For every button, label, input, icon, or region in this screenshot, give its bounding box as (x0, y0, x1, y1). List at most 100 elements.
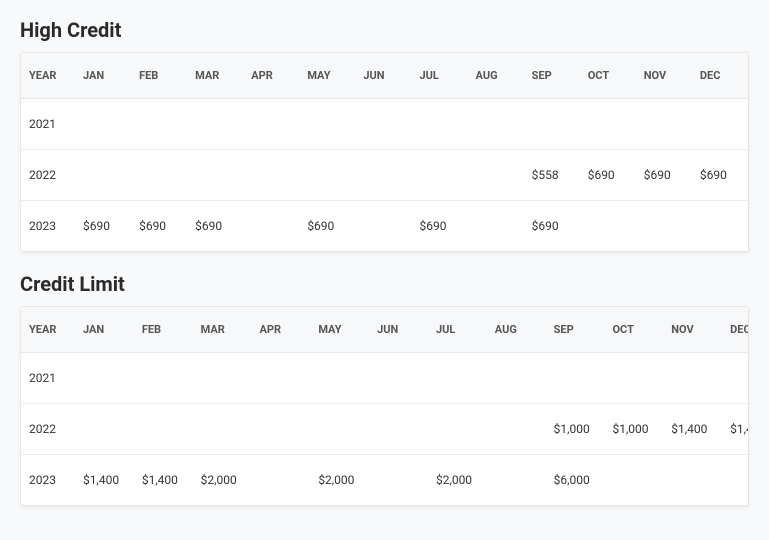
col-apr: APR (251, 307, 310, 353)
cell (692, 201, 748, 252)
cell (251, 404, 310, 455)
cell (75, 353, 134, 404)
col-year: YEAR (21, 307, 75, 353)
cell (663, 353, 722, 404)
cell (487, 353, 546, 404)
credit-limit-scroll[interactable]: YEAR JAN FEB MAR APR MAY JUN JUL AUG SEP… (21, 307, 748, 505)
col-jul: JUL (428, 307, 487, 353)
cell: $2,000 (310, 455, 369, 506)
cell (369, 455, 428, 506)
col-oct: OCT (580, 53, 636, 99)
cell (487, 404, 546, 455)
cell (369, 353, 428, 404)
cell (411, 99, 467, 150)
col-sep: SEP (524, 53, 580, 99)
cell: $2,000 (428, 455, 487, 506)
col-nov: NOV (636, 53, 692, 99)
cell: $690 (524, 201, 580, 252)
cell (636, 99, 692, 150)
col-year: YEAR (21, 53, 75, 99)
section-title-high-credit: High Credit (20, 18, 749, 42)
col-jun: JUN (355, 53, 411, 99)
cell (299, 150, 355, 201)
cell (468, 201, 524, 252)
table-row: 2022 $558 $690 $690 $690 (21, 150, 748, 201)
cell (310, 404, 369, 455)
cell (75, 150, 131, 201)
cell (524, 99, 580, 150)
table-row: 2023 $690 $690 $690 $690 $690 $690 (21, 201, 748, 252)
cell (580, 99, 636, 150)
cell: $690 (636, 150, 692, 201)
cell (75, 99, 131, 150)
high-credit-table: YEAR JAN FEB MAR APR MAY JUN JUL AUG SEP… (20, 52, 749, 252)
cell (187, 150, 243, 201)
cell: $690 (131, 201, 187, 252)
cell (636, 201, 692, 252)
cell (193, 404, 252, 455)
cell (722, 353, 748, 404)
col-may: MAY (310, 307, 369, 353)
table-row: 2021 (21, 99, 748, 150)
cell (428, 404, 487, 455)
cell: $1,400 (134, 455, 193, 506)
cell (193, 353, 252, 404)
cell (251, 455, 310, 506)
table-row: 2023 $1,400 $1,400 $2,000 $2,000 $2,000 … (21, 455, 748, 506)
cell (243, 99, 299, 150)
cell (187, 99, 243, 150)
cell (546, 353, 605, 404)
col-sep: SEP (546, 307, 605, 353)
cell (580, 201, 636, 252)
cell (355, 201, 411, 252)
cell (428, 353, 487, 404)
cell (134, 404, 193, 455)
year-cell: 2021 (21, 99, 75, 150)
cell: $690 (580, 150, 636, 201)
col-jul: JUL (411, 53, 467, 99)
cell (131, 150, 187, 201)
year-cell: 2022 (21, 150, 75, 201)
cell (468, 99, 524, 150)
header-row: YEAR JAN FEB MAR APR MAY JUN JUL AUG SEP… (21, 307, 748, 353)
col-may: MAY (299, 53, 355, 99)
cell (722, 455, 748, 506)
year-cell: 2023 (21, 201, 75, 252)
col-jan: JAN (75, 307, 134, 353)
cell (604, 455, 663, 506)
col-feb: FEB (131, 53, 187, 99)
cell (251, 353, 310, 404)
cell (355, 150, 411, 201)
cell (243, 150, 299, 201)
section-title-credit-limit: Credit Limit (20, 272, 749, 296)
col-apr: APR (243, 53, 299, 99)
col-dec: DEC (722, 307, 748, 353)
year-cell: 2021 (21, 353, 75, 404)
year-cell: 2022 (21, 404, 75, 455)
cell (243, 201, 299, 252)
cell (604, 353, 663, 404)
cell: $690 (411, 201, 467, 252)
cell (369, 404, 428, 455)
credit-limit-table: YEAR JAN FEB MAR APR MAY JUN JUL AUG SEP… (20, 306, 749, 506)
col-jun: JUN (369, 307, 428, 353)
col-dec: DEC (692, 53, 748, 99)
cell (663, 455, 722, 506)
cell: $690 (187, 201, 243, 252)
cell: $690 (75, 201, 131, 252)
cell (310, 353, 369, 404)
cell (411, 150, 467, 201)
cell: $690 (299, 201, 355, 252)
cell: $1,400 (75, 455, 134, 506)
cell: $558 (524, 150, 580, 201)
year-cell: 2023 (21, 455, 75, 506)
table-row: 2021 (21, 353, 748, 404)
cell (487, 455, 546, 506)
cell: $1,400 (722, 404, 748, 455)
table-row: 2022 $1,000 $1,000 $1,400 $1,400 (21, 404, 748, 455)
col-feb: FEB (134, 307, 193, 353)
header-row: YEAR JAN FEB MAR APR MAY JUN JUL AUG SEP… (21, 53, 748, 99)
col-mar: MAR (193, 307, 252, 353)
col-mar: MAR (187, 53, 243, 99)
cell (134, 353, 193, 404)
